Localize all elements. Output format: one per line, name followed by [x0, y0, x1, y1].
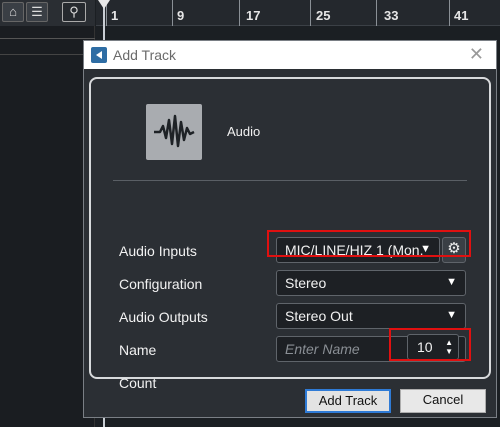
- dialog-title: Add Track: [113, 47, 177, 63]
- configuration-value: Stereo: [285, 275, 327, 291]
- count-label: Count: [119, 375, 157, 391]
- audio-outputs-select[interactable]: Stereo Out ▼: [276, 303, 466, 329]
- cubase-logo-icon: [91, 47, 107, 63]
- name-placeholder: Enter Name: [285, 341, 360, 357]
- add-track-button[interactable]: Add Track: [305, 389, 391, 413]
- ruler-bar-label: 25: [316, 8, 331, 23]
- configuration-label: Configuration: [119, 276, 203, 292]
- ruler-tick: [172, 0, 173, 26]
- track-type-label: Audio: [227, 124, 261, 139]
- chevron-down-icon: ▼: [446, 276, 457, 288]
- ruler-bar-label: 1: [111, 8, 119, 23]
- ruler-bar-label: 41: [454, 8, 469, 23]
- search-icon[interactable]: ⚲: [62, 2, 86, 22]
- list-icon[interactable]: ☰: [26, 2, 48, 22]
- ruler-tick: [239, 0, 240, 26]
- audio-outputs-value: Stereo Out: [285, 308, 353, 324]
- ruler-tick: [310, 0, 311, 26]
- chevron-down-icon: ▼: [446, 309, 457, 321]
- count-highlight: [389, 328, 471, 361]
- playhead-marker[interactable]: [98, 0, 110, 9]
- lane-divider: [0, 54, 95, 55]
- audio-waveform-icon: [146, 104, 202, 160]
- daw-window: ⌂ ☰ ⚲ 1 9 17 25 33 41 Add Track ✕ Audio …: [0, 0, 500, 427]
- cancel-button[interactable]: Cancel: [400, 389, 486, 413]
- ruler-tick: [376, 0, 377, 26]
- ruler-bar-label: 9: [177, 8, 185, 23]
- ruler-bar-label: 33: [384, 8, 399, 23]
- toolbar: ⌂ ☰ ⚲: [0, 0, 95, 26]
- section-divider: [113, 180, 467, 181]
- close-icon[interactable]: ✕: [469, 44, 484, 65]
- name-label: Name: [119, 342, 157, 358]
- home-icon[interactable]: ⌂: [2, 2, 24, 22]
- dialog-titlebar: Add Track ✕: [84, 41, 496, 69]
- audio-inputs-label: Audio Inputs: [119, 243, 197, 259]
- audio-outputs-label: Audio Outputs: [119, 309, 208, 325]
- configuration-select[interactable]: Stereo ▼: [276, 270, 466, 296]
- ruler-tick: [449, 0, 450, 26]
- add-track-dialog: Add Track ✕ Audio Audio Inputs MIC/LINE/…: [83, 40, 497, 418]
- ruler-bar-label: 17: [246, 8, 261, 23]
- configuration-highlight: [267, 230, 471, 257]
- timeline-ruler[interactable]: 1 9 17 25 33 41: [96, 0, 500, 26]
- lane-divider: [0, 38, 95, 39]
- track-list: [0, 26, 95, 427]
